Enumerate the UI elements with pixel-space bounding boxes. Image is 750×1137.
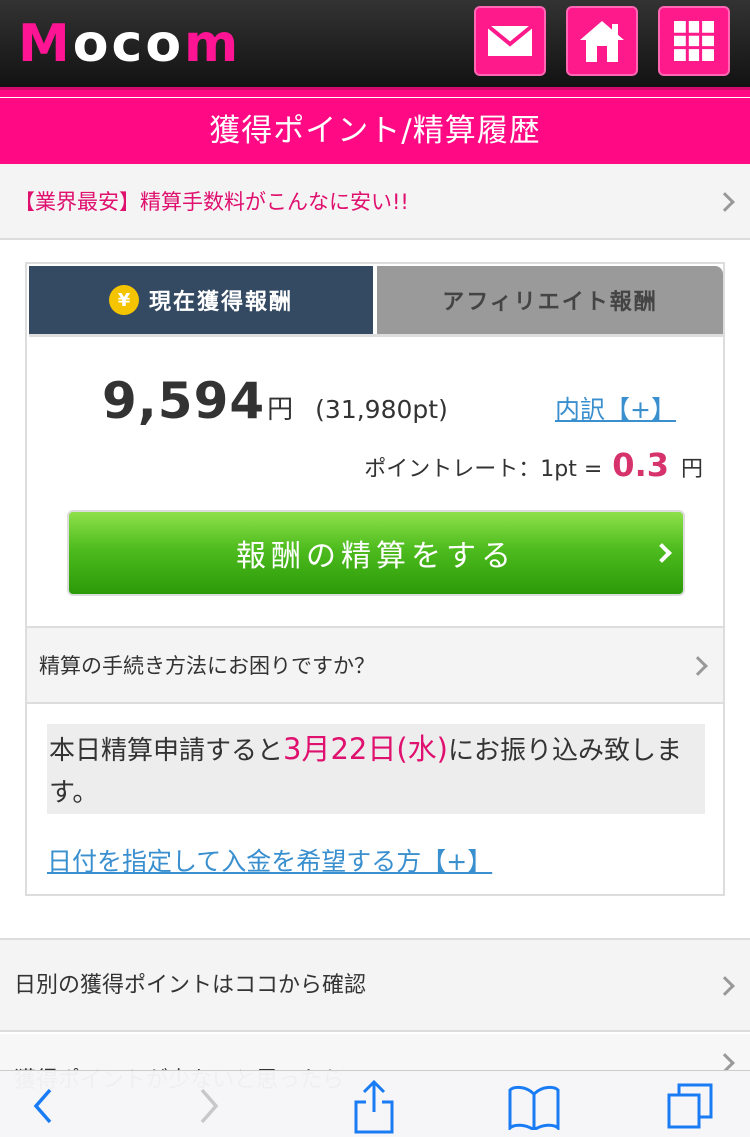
browser-toolbar	[0, 1070, 750, 1137]
tab-label: アフィリエイト報酬	[442, 290, 658, 315]
tab-current-reward[interactable]: ¥ 現在獲得報酬	[29, 266, 373, 334]
daily-points-row[interactable]: 日別の獲得ポイントはココから確認	[0, 938, 750, 1032]
point-rate: ポイントレート：1pt = 0.3 円	[364, 446, 703, 484]
back-icon	[33, 1088, 52, 1124]
header-divider	[0, 90, 750, 97]
date-request-link[interactable]: 日付を指定して入金を希望する方【+】	[47, 842, 492, 878]
share-button[interactable]	[344, 1077, 404, 1135]
chevron-right-icon	[715, 192, 735, 212]
forward-button[interactable]	[180, 1077, 240, 1135]
reward-card: ¥ 現在獲得報酬 アフィリエイト報酬 9,594 円 (31,980pt) 内訳…	[25, 262, 725, 896]
transfer-date: 3月22日(水)	[283, 732, 448, 766]
chevron-right-icon	[652, 543, 672, 563]
mail-icon	[486, 24, 534, 56]
tab-label: 現在獲得報酬	[148, 290, 293, 315]
settle-button-label: 報酬の精算をする	[236, 539, 516, 574]
daily-points-text: 日別の獲得ポイントはココから確認	[14, 973, 367, 998]
bookmarks-button[interactable]	[504, 1077, 564, 1135]
mail-button[interactable]	[474, 6, 546, 76]
rate-unit: 円	[680, 457, 703, 482]
back-button[interactable]	[12, 1077, 72, 1135]
tab-divider	[29, 334, 723, 337]
promo-banner[interactable]: 【業界最安】精算手数料がこんなに安い!!	[0, 164, 750, 240]
yen-coin-icon: ¥	[108, 285, 139, 315]
app-header: Mocom	[0, 0, 750, 90]
tabs-icon	[667, 1083, 713, 1129]
help-row[interactable]: 精算の手続き方法にお困りですか？	[27, 626, 723, 704]
home-button[interactable]	[566, 6, 638, 76]
home-icon	[580, 21, 624, 62]
settle-button[interactable]: 報酬の精算をする	[67, 510, 685, 596]
amount-value: 9,594	[102, 372, 266, 430]
reward-amount: 9,594 円 (31,980pt)	[102, 372, 448, 430]
chevron-right-icon	[688, 656, 708, 676]
bookmarks-icon	[508, 1085, 560, 1130]
mocom-logo[interactable]: Mocom	[18, 14, 241, 74]
tab-affiliate-reward[interactable]: アフィリエイト報酬	[377, 266, 723, 334]
amount-unit: 円	[267, 395, 294, 425]
breakdown-link[interactable]: 内訳【+】	[555, 390, 676, 426]
help-text: 精算の手続き方法にお困りですか？	[39, 654, 375, 678]
forward-icon	[200, 1088, 219, 1124]
points-value: (31,980pt)	[315, 395, 448, 424]
logo-text: Mocom	[18, 14, 242, 74]
page-title: 獲得ポイント/精算履歴	[0, 98, 750, 164]
tabs-button[interactable]	[660, 1077, 720, 1135]
promo-text: 【業界最安】精算手数料がこんなに安い!!	[14, 190, 409, 214]
chevron-right-icon	[715, 976, 735, 996]
rate-value: 0.3	[612, 446, 669, 484]
share-icon	[354, 1079, 394, 1134]
menu-grid-icon	[674, 21, 714, 61]
rate-label: ポイントレート：1pt =	[364, 457, 603, 482]
notice-prefix: 本日精算申請すると	[49, 736, 284, 766]
menu-button[interactable]	[658, 6, 730, 76]
transfer-notice: 本日精算申請すると3月22日(水)にお振り込み致します。	[47, 724, 705, 814]
